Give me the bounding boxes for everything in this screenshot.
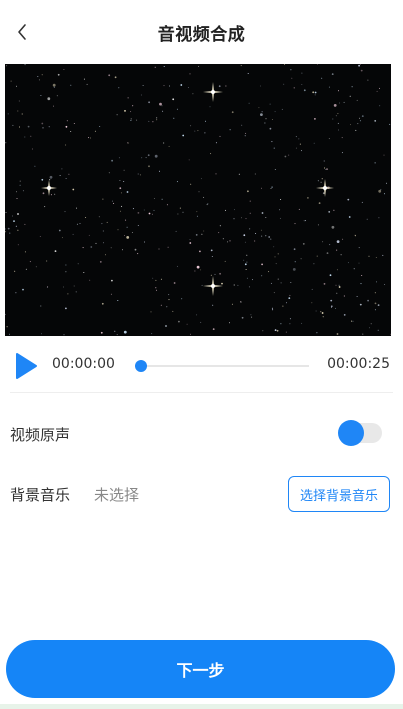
page-title: 音视频合成 bbox=[157, 24, 246, 45]
next-step-button[interactable]: 下一步 bbox=[6, 640, 395, 698]
app-screen: 音视频合成 00:00:00 00:00:25 视频原声 背景音乐 未选择 选择… bbox=[0, 0, 403, 709]
starfield-video-frame bbox=[5, 64, 391, 336]
original-audio-label: 视频原声 bbox=[10, 426, 71, 444]
divider bbox=[10, 392, 393, 393]
nav-header: 音视频合成 bbox=[0, 0, 403, 64]
back-button[interactable] bbox=[8, 18, 36, 46]
choose-background-music-button[interactable]: 选择背景音乐 bbox=[288, 476, 390, 512]
video-preview[interactable] bbox=[5, 64, 391, 336]
play-icon bbox=[16, 353, 37, 379]
background-music-value: 未选择 bbox=[94, 486, 140, 504]
progress-slider[interactable] bbox=[135, 360, 309, 372]
original-audio-toggle[interactable] bbox=[338, 420, 384, 446]
playback-controls: 00:00:00 00:00:25 bbox=[0, 346, 403, 386]
toggle-knob bbox=[338, 420, 364, 446]
current-time: 00:00:00 bbox=[52, 356, 115, 372]
bottom-indicator-bar bbox=[0, 704, 403, 709]
progress-knob[interactable] bbox=[135, 360, 147, 372]
total-time: 00:00:25 bbox=[327, 356, 390, 372]
background-music-label: 背景音乐 bbox=[10, 486, 71, 504]
play-button[interactable] bbox=[14, 352, 38, 380]
chevron-left-icon bbox=[18, 24, 26, 40]
